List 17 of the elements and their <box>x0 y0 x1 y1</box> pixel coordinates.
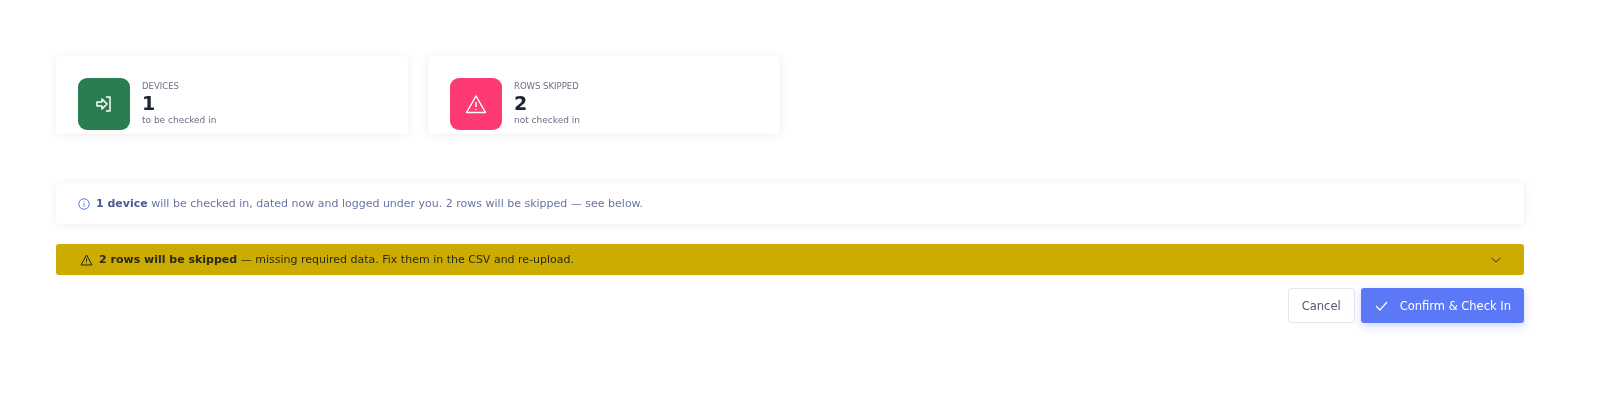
sign-in-icon <box>94 94 114 114</box>
info-message: 1 device will be checked in, dated now and logged under you. 2 rows will be skipped — see below. <box>96 197 644 210</box>
stat-value: 1 <box>142 92 156 114</box>
warning-icon <box>465 94 487 114</box>
cancel-button[interactable]: Cancel <box>1287 288 1355 323</box>
stat-value: 2 <box>514 92 528 114</box>
warning-icon <box>80 253 93 266</box>
warning-message: 2 rows will be skipped — missing required data. Fix them in the CSV and re-upload. <box>99 253 576 266</box>
check-icon <box>1374 300 1388 311</box>
stat-label: ROWS SKIPPED <box>514 81 579 92</box>
confirm-button[interactable]: Confirm & Check In <box>1360 288 1524 323</box>
warning-banner[interactable]: 2 rows will be skipped — missing required data. Fix them in the CSV and re-upload. <box>56 244 1524 275</box>
stat-label: DEVICES <box>142 81 179 92</box>
info-icon <box>78 197 90 210</box>
chevron-icon[interactable] <box>1490 255 1502 264</box>
stat-caption: not checked in <box>514 114 580 127</box>
stat-caption: to be checked in <box>142 114 217 127</box>
